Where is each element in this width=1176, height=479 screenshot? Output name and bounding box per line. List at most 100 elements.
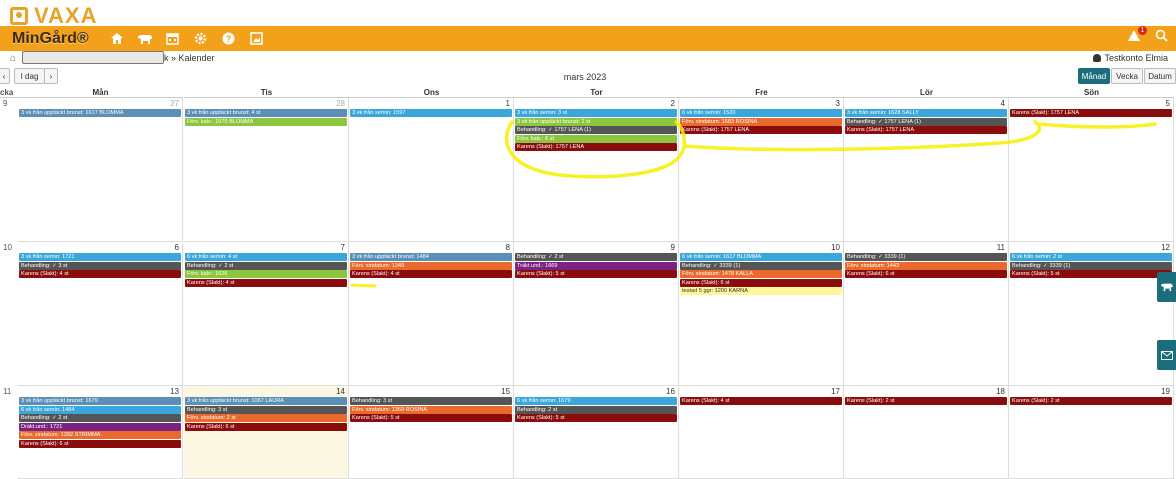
calendar-event[interactable]: 6 vk från semin: 1679: [515, 397, 677, 405]
calendar-event[interactable]: Behandling: ✓ 3 st: [19, 261, 181, 270]
calendar-event[interactable]: 6 vk från semin: 1484: [19, 405, 181, 414]
calendar-event[interactable]: Behandling: ✓ 1757 LENA (1): [515, 126, 677, 134]
calendar-event[interactable]: Karens (Slakt): 4 st: [350, 270, 512, 278]
calendar-event[interactable]: Förv. sindatum: 1583 ROSINA: [680, 117, 842, 126]
calendar-day-cell[interactable]: 17 Karens (Slakt): 4 st: [679, 386, 844, 479]
calendar-event[interactable]: Behandling: 2 st: [515, 405, 677, 414]
cow-icon: [1160, 283, 1173, 292]
calendar-event[interactable]: Karens (Slakt): 4 st: [680, 397, 842, 405]
calendar-event[interactable]: Karens (Slakt): 1757 LENA: [515, 143, 677, 151]
calendar-event[interactable]: Förv. kalv.: 1579 BLOMMA: [185, 117, 347, 126]
home-icon[interactable]: [109, 31, 125, 47]
calendar-event[interactable]: Träkt.und.: 1669: [515, 261, 677, 270]
calendar-event[interactable]: Karens (Slakt): 5 st: [350, 414, 512, 422]
calendar-event[interactable]: 6 vk från semin: 2 st: [1010, 253, 1172, 261]
calendar-event[interactable]: Behandling: ✓ 2 st: [515, 253, 677, 261]
calendar-event[interactable]: Förv. sindatum: 1369 ROSINA: [350, 405, 512, 414]
calendar-day-cell[interactable]: 19 Karens (Slakt): 2 st: [1009, 386, 1174, 479]
calendar-event[interactable]: Behandling: ✓ 3339 (1): [680, 261, 842, 270]
prev-button[interactable]: ‹: [0, 68, 10, 84]
view-month-button[interactable]: Månad: [1078, 68, 1110, 84]
calendar-event[interactable]: 6 vk från semin: 1520: [680, 109, 842, 117]
calendar-event[interactable]: 3 vk från semin: 1597: [350, 109, 512, 117]
calendar-event[interactable]: Förv. kalv.: 6 st: [515, 134, 677, 143]
calendar-day-cell[interactable]: 10 6 vk från semin: 1617 BLOMMA Behandling…: [679, 242, 844, 386]
calendar-event[interactable]: 6 vk från semin: 1617 BLOMMA: [680, 253, 842, 261]
calendar-event[interactable]: Karens (Slakt): 6 st: [680, 278, 842, 287]
calendar-event[interactable]: Karens (Slakt): 5 st: [1010, 270, 1172, 278]
calendar-day-cell[interactable]: 76 vk från semin: 4 st Behandling: ✓ 2 st…: [184, 242, 349, 386]
calendar-event[interactable]: Förv. kalv.: 1626: [185, 270, 347, 278]
calendar-event[interactable]: Förv. sindatum: 1349: [350, 261, 512, 270]
calendar-event[interactable]: Karens (Slakt): 5 st: [515, 270, 677, 278]
calendar-event[interactable]: Karens (Slakt): 1757 LENA: [845, 126, 1007, 134]
calendar-day-cell[interactable]: 15 Behandling: 3 st Förv. sindatum: 1369 R…: [349, 386, 514, 479]
breadcrumb-home-icon[interactable]: ⌂: [10, 53, 16, 64]
calendar-day-cell[interactable]: 13 3 vk från upptäckt brunst: 1679 6 vk fr…: [18, 386, 183, 479]
view-date-button[interactable]: Datum: [1144, 68, 1176, 84]
calendar-event[interactable]: Karens (Slakt): 6 st: [845, 270, 1007, 278]
calendar-day-cell[interactable]: 14 3 vk från upptäckt brunst: 1067 LAURA B…: [184, 386, 349, 479]
calendar-event[interactable]: Förv. sindatum: 1478 KALLA: [680, 270, 842, 278]
side-cow-button[interactable]: [1157, 272, 1176, 302]
calendar-day-cell[interactable]: 12 6 vk från semin: 2 st Behandling: ✓ 333…: [1009, 242, 1174, 386]
calendar-day-cell[interactable]: 18 Karens (Slakt): 2 st: [844, 386, 1009, 479]
calendar-day-cell[interactable]: 13 vk från semin: 1597: [349, 98, 514, 242]
side-mail-button[interactable]: [1157, 340, 1176, 370]
app-title[interactable]: MinGård®: [12, 30, 89, 48]
calendar-icon[interactable]: [165, 31, 181, 47]
today-button[interactable]: I dag: [14, 68, 45, 84]
calendar-event[interactable]: 3 vk från semin: 1721: [19, 253, 181, 261]
calendar-event[interactable]: Karens (Slakt): 1757 LENA: [1010, 109, 1172, 117]
calendar-day-cell[interactable]: 16 6 vk från semin: 1679 Behandling: 2 st K…: [514, 386, 679, 479]
calendar-event[interactable]: Förv. sindatum: 1443: [845, 261, 1007, 270]
view-week-button[interactable]: Vecka: [1111, 68, 1143, 84]
next-button[interactable]: ›: [44, 68, 58, 84]
calendar-event[interactable]: Dräkt.und.: 1721: [19, 422, 181, 431]
calendar-event[interactable]: Karens (Slakt): 4 st: [19, 270, 181, 278]
calendar-event[interactable]: Karens (Slakt): 6 st: [19, 439, 181, 448]
calendar-day-cell[interactable]: 23 vk från semin: 3 st 3 vk från upptäckt…: [514, 98, 679, 242]
gear-icon[interactable]: [193, 31, 209, 47]
calendar-event[interactable]: 3 vk från upptäckt brunst: 2 st: [515, 117, 677, 126]
calendar-day-cell[interactable]: 27 3 vk från upptäckt brunst: 1617 BLOMMA: [18, 98, 183, 242]
calendar-event[interactable]: 6 vk från semin: 4 st: [185, 253, 347, 261]
calendar-event[interactable]: Behandling: ✓ 3339 (1): [1010, 261, 1172, 270]
calendar-event[interactable]: Behandling: 3 st: [185, 405, 347, 414]
calendar-event[interactable]: Förv. sindatum: 2 st: [185, 414, 347, 422]
calendar-event[interactable]: Förv. sindatum: 1392 STRIMMA: [19, 431, 181, 439]
calendar-day-cell[interactable]: 28 3 vk från upptäckt brunst: 4 st Förv. k…: [184, 98, 349, 242]
calendar-event[interactable]: Behandling: ✓ 1757 LENA (1): [845, 117, 1007, 126]
calendar-event[interactable]: Behandling: ✓ 2 st: [185, 261, 347, 270]
calendar-event[interactable]: Karens (Slakt): 4 st: [185, 278, 347, 287]
calendar-event[interactable]: testad 5 ggr: 1200 KARNA: [680, 287, 842, 295]
calendar-event[interactable]: 3 vk från semin: 3 st: [515, 109, 677, 117]
calendar-event[interactable]: Behandling: 3 st: [350, 397, 512, 405]
calendar-event[interactable]: Karens (Slakt): 1757 LENA: [680, 126, 842, 134]
calendar-day-cell[interactable]: 11 Behandling: ✓ 3339 (1) Förv. sindatum: …: [844, 242, 1009, 386]
calendar-day-cell[interactable]: 36 vk från semin: 1520 Förv. sindatum: 15…: [679, 98, 844, 242]
calendar-day-cell[interactable]: 43 vk från semin: 1628 SALLY Behandling: …: [844, 98, 1009, 242]
user-menu[interactable]: Testkonto Elmia: [1093, 53, 1168, 63]
calendar-event[interactable]: 3 vk från upptäckt brunst: 4 st: [185, 109, 347, 117]
calendar-event[interactable]: Karens (Slakt): 2 st: [845, 397, 1007, 405]
calendar-day-cell[interactable]: 5 Karens (Slakt): 1757 LENA: [1009, 98, 1174, 242]
calendar-day-cell[interactable]: 9 Behandling: ✓ 2 st Träkt.und.: 1669 Karen…: [514, 242, 679, 386]
alert-button[interactable]: 1: [1127, 26, 1147, 46]
search-icon[interactable]: [1155, 29, 1168, 46]
calendar-event[interactable]: Karens (Slakt): 6 st: [185, 422, 347, 431]
calendar-event[interactable]: Karens (Slakt): 2 st: [1010, 397, 1172, 405]
calendar-event[interactable]: 3 vk från semin: 1628 SALLY: [845, 109, 1007, 117]
calendar-event[interactable]: Behandling: ✓ 2 st: [19, 414, 181, 422]
calendar-event[interactable]: 3 vk från upptäckt brunst: 1617 BLOMMA: [19, 109, 181, 117]
calendar-event[interactable]: 3 vk från upptäckt brunst: 1484: [350, 253, 512, 261]
calendar-event[interactable]: 3 vk från upptäckt brunst: 1067 LAURA: [185, 397, 347, 405]
calendar-event[interactable]: Behandling: ✓ 3339 (1): [845, 253, 1007, 261]
image-icon[interactable]: [249, 31, 265, 47]
calendar-day-cell[interactable]: 63 vk från semin: 1721 Behandling: ✓ 3 st…: [18, 242, 183, 386]
calendar-day-cell[interactable]: 83 vk från upptäckt brunst: 1484 Förv. si…: [349, 242, 514, 386]
calendar-event[interactable]: 3 vk från upptäckt brunst: 1679: [19, 397, 181, 405]
help-icon[interactable]: ?: [221, 31, 237, 47]
calendar-event[interactable]: Karens (Slakt): 5 st: [515, 414, 677, 422]
cow-icon[interactable]: [137, 31, 153, 47]
